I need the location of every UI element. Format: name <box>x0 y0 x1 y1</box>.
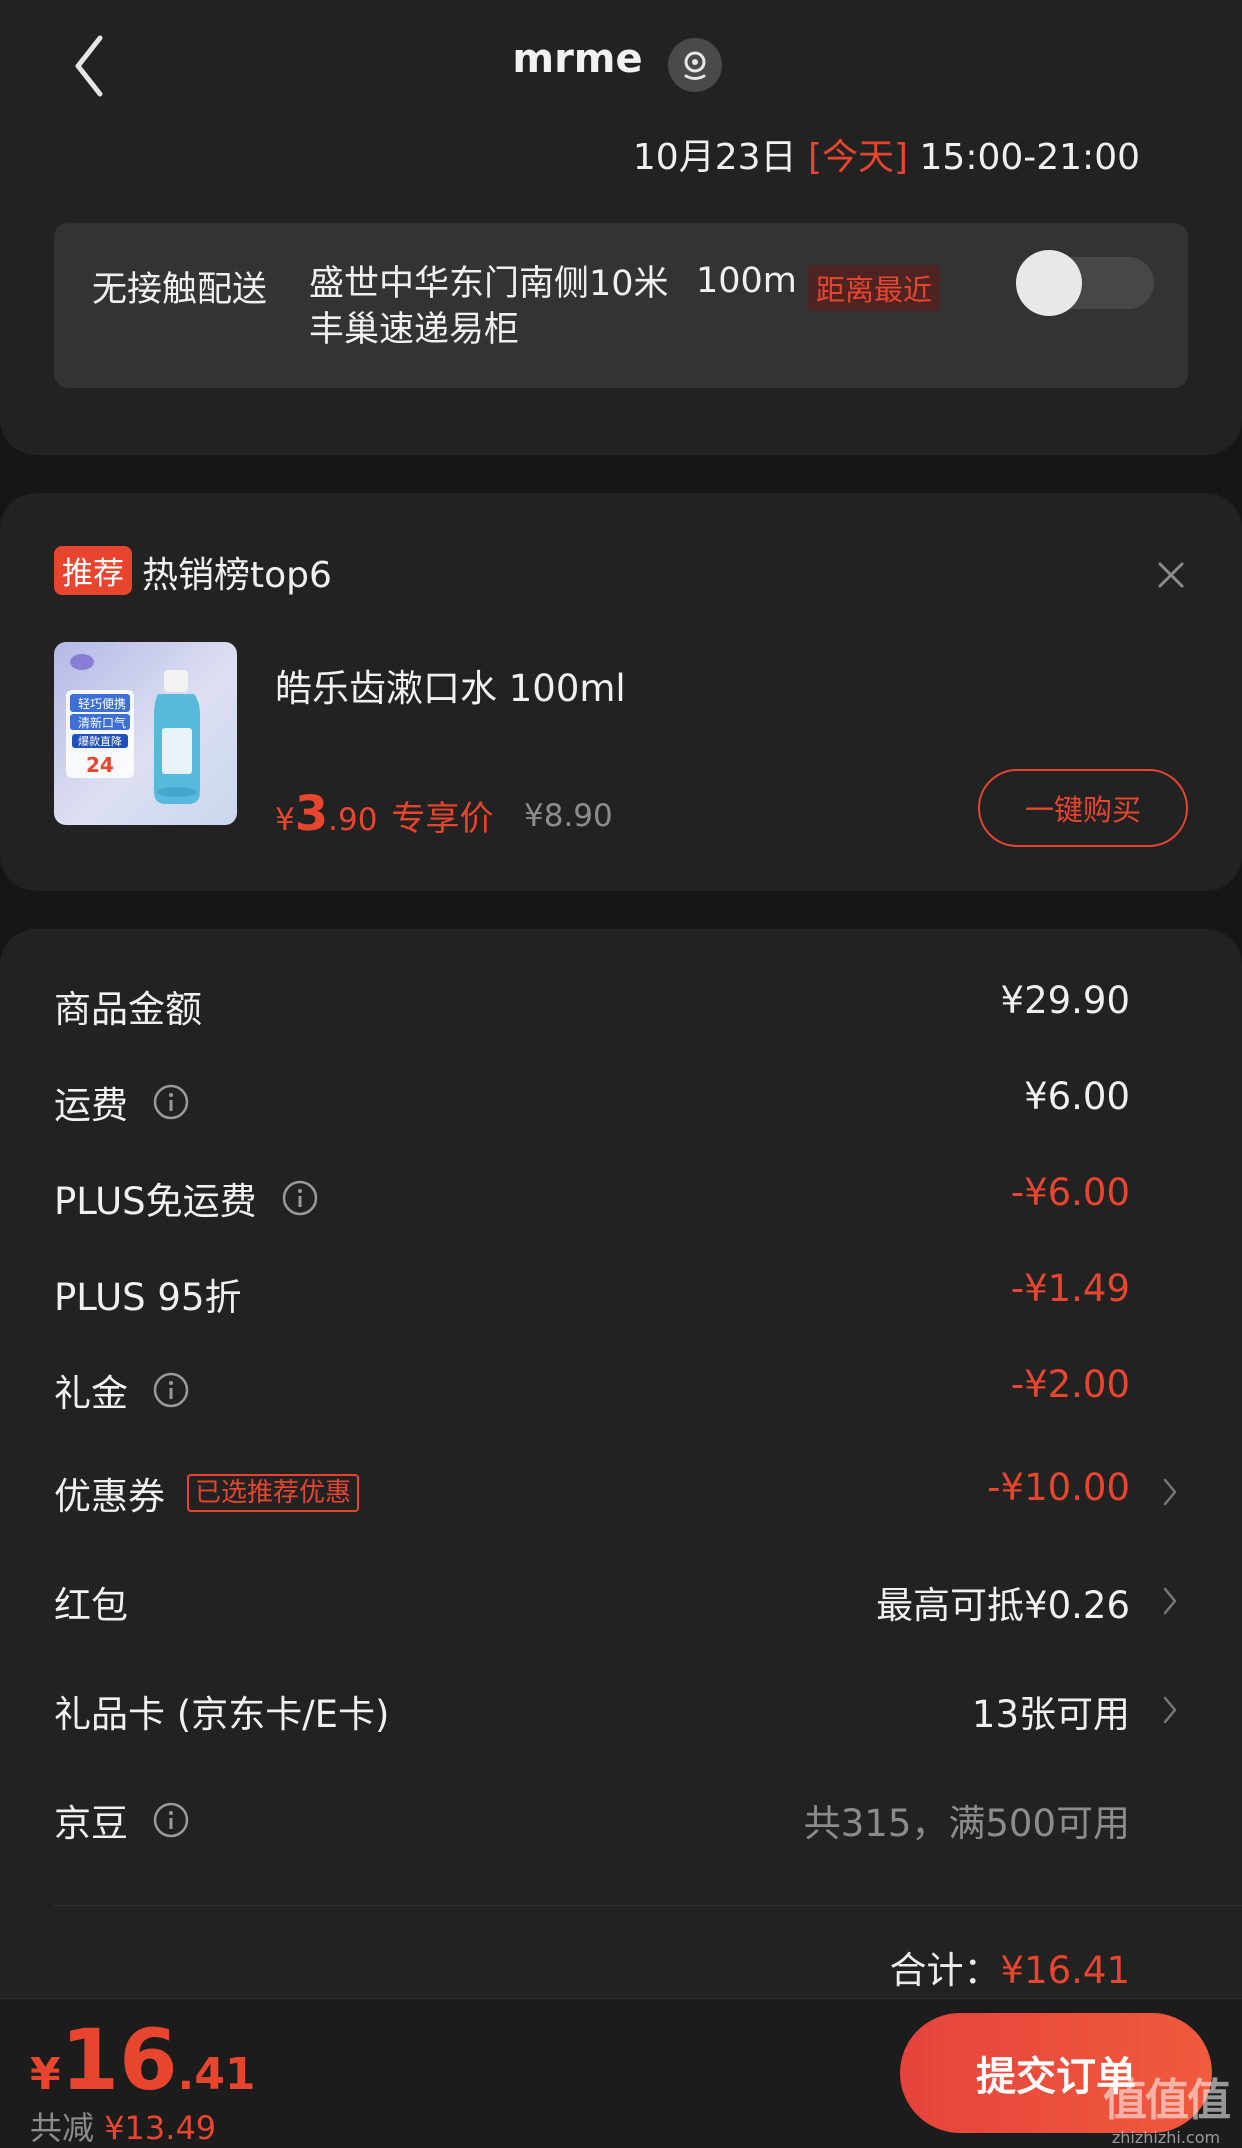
row-coupon-value[interactable]: -¥10.00 <box>987 1466 1130 1509</box>
payable-symbol: ¥ <box>30 2049 61 2100</box>
product-price: ¥3.90 专享价 <box>275 786 493 842</box>
row-goods-amount-label: 商品金额 <box>54 979 202 1033</box>
row-label-text: 京豆 <box>54 1802 128 1845</box>
coupon-chevron-right-icon[interactable] <box>1160 1476 1180 1508</box>
row-gift-card-label[interactable]: 礼品卡 (京东卡/E卡) <box>54 1684 389 1738</box>
row-red-packet-label[interactable]: 红包 <box>54 1575 128 1629</box>
row-plus-free-shipping-value: -¥6.00 <box>1010 1171 1130 1214</box>
product-image-line3: 爆款直降 <box>78 734 122 748</box>
row-plus-free-shipping-label: PLUS免运费 <box>54 1171 319 1225</box>
row-jingdou-value: 共315，满500可用 <box>803 1802 1130 1845</box>
contactless-toggle[interactable] <box>1016 250 1154 316</box>
product-name[interactable]: 皓乐齿漱口水 100ml <box>275 658 626 712</box>
saved-label: 共减 <box>30 2109 95 2147</box>
bottom-checkout-bar: ¥16.41 共减 ¥13.49 提交订单 <box>0 1998 1242 2148</box>
close-recommendation-button[interactable] <box>1155 559 1187 591</box>
delivery-date: 10月23日 <box>632 137 797 178</box>
total-label: 合计： <box>889 1949 1001 1992</box>
row-label-text: PLUS 95折 <box>54 1276 242 1319</box>
total-saved[interactable]: 共减 ¥13.49 <box>30 2103 216 2148</box>
info-icon[interactable] <box>152 1083 190 1121</box>
contactless-delivery-box: 无接触配送 盛世中华东门南侧10米丰巢速递易柜 100m 距离最近 <box>54 223 1188 388</box>
delivery-today: [今天] <box>807 137 909 178</box>
payable-decimal: .41 <box>177 2049 256 2100</box>
one-click-buy-button[interactable]: 一键购买 <box>978 769 1188 847</box>
toggle-knob <box>1016 250 1082 316</box>
watermark-site: zhizhizhi.com <box>1111 2128 1221 2147</box>
recommendation-card: 推荐 热销榜top6 轻巧便携 清新口气 爆款直降 24 皓乐齿漱口水 100m… <box>0 493 1242 891</box>
row-jingdou-label: 京豆 <box>54 1793 190 1847</box>
locker-distance: 100m <box>696 261 797 301</box>
total-value: ¥16.41 <box>1000 1949 1130 1992</box>
nearest-badge: 距离最近 <box>808 265 941 311</box>
product-image-line1: 轻巧便携 <box>78 696 126 711</box>
page-title: mrme <box>512 36 643 82</box>
original-price: ¥8.90 <box>524 798 613 834</box>
close-icon <box>1158 562 1184 588</box>
info-icon[interactable] <box>281 1179 319 1217</box>
saved-value: ¥13.49 <box>104 2109 217 2147</box>
row-shipping-value: ¥6.00 <box>1024 1075 1130 1118</box>
price-symbol: ¥ <box>275 802 295 838</box>
delivery-time[interactable]: 10月23日 [今天] 15:00-21:00 <box>600 128 1140 180</box>
price-decimal: .90 <box>328 802 378 838</box>
payable-integer: 16 <box>60 2011 178 2109</box>
watermark-logo: 值值值 <box>1103 2075 1231 2126</box>
price-integer: 3 <box>294 786 329 842</box>
total-line: 合计：¥16.41 <box>890 1940 1130 1994</box>
row-label-text: 商品金额 <box>54 988 202 1031</box>
row-label-text: 礼金 <box>54 1372 128 1415</box>
product-image[interactable]: 轻巧便携 清新口气 爆款直降 24 <box>54 642 237 825</box>
row-plus-discount-label: PLUS 95折 <box>54 1267 242 1321</box>
row-label-text: 红包 <box>54 1584 128 1627</box>
row-goods-amount-value: ¥29.90 <box>1000 979 1130 1022</box>
gift-card-chevron-right-icon[interactable] <box>1160 1694 1180 1726</box>
contactless-label: 无接触配送 <box>92 270 268 310</box>
row-red-packet-value[interactable]: 最高可抵¥0.26 <box>876 1575 1130 1629</box>
summary-divider <box>54 1905 1242 1906</box>
header-card: mrme 10月23日 [今天] 15:00-21:00 无接触配送 盛世中华东… <box>0 0 1242 455</box>
row-plus-discount-value: -¥1.49 <box>1010 1267 1130 1310</box>
row-label-text: 礼品卡 (京东卡/E卡) <box>54 1693 390 1736</box>
row-coupon-label[interactable]: 优惠券 已选推荐优惠 <box>54 1466 360 1520</box>
row-gift-card-value[interactable]: 13张可用 <box>972 1684 1130 1738</box>
locker-name: 盛世中华东门南侧10米丰巢速递易柜 <box>309 264 669 350</box>
product-image-line2: 清新口气 <box>78 715 126 730</box>
row-gift-money-label: 礼金 <box>54 1363 190 1417</box>
row-gift-money-value: -¥2.00 <box>1010 1363 1130 1406</box>
payable-price: ¥16.41 <box>30 2011 255 2109</box>
delivery-window: 15:00-21:00 <box>919 137 1140 178</box>
coupon-selected-tag: 已选推荐优惠 <box>187 1474 360 1512</box>
exclusive-price-tag: 专享价 <box>391 799 494 839</box>
row-shipping-label: 运费 <box>54 1075 190 1129</box>
red-packet-chevron-right-icon[interactable] <box>1160 1585 1180 1617</box>
store-location-icon[interactable] <box>668 38 722 92</box>
info-icon[interactable] <box>152 1371 190 1409</box>
info-icon[interactable] <box>152 1801 190 1839</box>
row-label-text: PLUS免运费 <box>54 1180 257 1223</box>
site-watermark: 值值值 zhizhizhi.com <box>1090 2064 1242 2148</box>
recommend-badge: 推荐 <box>54 546 132 595</box>
row-label-text: 运费 <box>54 1084 128 1127</box>
recommend-title: 热销榜top6 <box>142 555 332 596</box>
row-label-text: 优惠券 <box>54 1475 165 1518</box>
product-image-price: 24 <box>86 753 114 777</box>
